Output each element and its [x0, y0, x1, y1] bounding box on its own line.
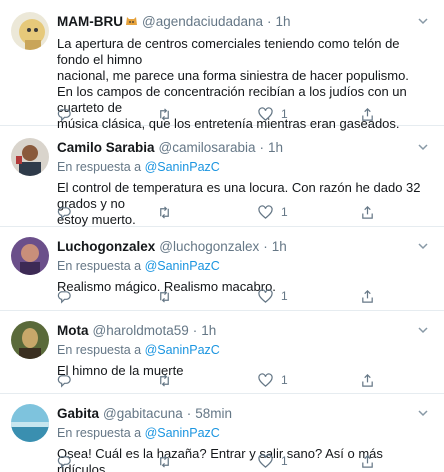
share-button[interactable] — [360, 371, 375, 389]
reply-prefix: En respuesta a — [57, 160, 142, 174]
like-button[interactable]: 1 — [258, 371, 288, 389]
chevron-down-icon[interactable] — [416, 140, 430, 154]
like-icon — [258, 453, 273, 468]
reply-button[interactable] — [57, 452, 72, 470]
like-count: 1 — [281, 289, 288, 303]
cat-emoji-icon — [125, 14, 138, 29]
retweet-button[interactable] — [157, 287, 172, 305]
like-button[interactable]: 1 — [258, 105, 288, 123]
chevron-down-icon[interactable] — [416, 323, 430, 337]
author-handle[interactable]: @luchogonzalex — [159, 239, 259, 254]
like-icon — [258, 288, 273, 303]
share-button[interactable] — [360, 203, 375, 221]
reply-icon — [57, 206, 71, 220]
tweet[interactable]: Gabita @gabitacuna · 58min En respuesta … — [0, 394, 444, 472]
reply-icon — [57, 290, 71, 304]
author-name[interactable]: Gabita — [57, 406, 99, 421]
share-button[interactable] — [360, 287, 375, 305]
reply-mention-link[interactable]: @SaninPazC — [145, 259, 220, 273]
tweet-time[interactable]: 1h — [201, 323, 216, 338]
reply-button[interactable] — [57, 203, 72, 221]
tweet[interactable]: Luchogonzalex @luchogonzalex · 1h En res… — [0, 227, 444, 311]
reply-context: En respuesta a @SaninPazC — [57, 258, 430, 275]
reply-context: En respuesta a @SaninPazC — [57, 159, 430, 176]
separator-dot: · — [263, 238, 268, 254]
separator-dot: · — [267, 13, 272, 29]
author-name[interactable]: MAM-BRU — [57, 14, 123, 29]
retweet-button[interactable] — [157, 371, 172, 389]
retweet-icon — [160, 454, 169, 468]
author-handle[interactable]: @haroldmota59 — [93, 323, 189, 338]
author-handle[interactable]: @camilosarabia — [159, 140, 256, 155]
tweet-timeline: MAM-BRU @agendaciudadana · 1h La apertur… — [0, 0, 444, 472]
author-handle[interactable]: @gabitacuna — [103, 406, 183, 421]
like-button[interactable]: 1 — [258, 452, 288, 470]
share-button[interactable] — [360, 105, 375, 123]
like-count: 1 — [281, 107, 288, 121]
tweet-time[interactable]: 1h — [276, 14, 291, 29]
avatar[interactable] — [11, 404, 49, 442]
reply-prefix: En respuesta a — [57, 426, 142, 440]
share-icon — [362, 205, 373, 219]
like-icon — [258, 106, 273, 121]
retweet-icon — [160, 205, 169, 219]
tweet-text-line: La apertura de centros comerciales tenie… — [57, 36, 400, 67]
chevron-down-icon[interactable] — [416, 239, 430, 253]
reply-icon — [57, 455, 71, 469]
tweet-time[interactable]: 1h — [268, 140, 283, 155]
separator-dot: · — [186, 405, 192, 421]
tweet[interactable]: Mota @haroldmota59 · 1h En respuesta a @… — [0, 311, 444, 394]
tweet-time[interactable]: 1h — [272, 239, 287, 254]
reply-context: En respuesta a @SaninPazC — [57, 425, 430, 442]
reply-button[interactable] — [57, 105, 72, 123]
retweet-icon — [160, 373, 169, 387]
retweet-button[interactable] — [157, 452, 172, 470]
reply-button[interactable] — [57, 287, 72, 305]
like-icon — [258, 372, 273, 387]
like-count: 1 — [281, 205, 288, 219]
chevron-down-icon[interactable] — [416, 14, 430, 28]
tweet[interactable]: Camilo Sarabia @camilosarabia · 1h En re… — [0, 126, 444, 227]
avatar[interactable] — [11, 12, 49, 50]
tweet-text-line: nacional, me parece una forma siniestra … — [57, 68, 409, 83]
share-icon — [362, 107, 373, 121]
separator-dot: · — [259, 139, 265, 155]
reply-mention-link[interactable]: @SaninPazC — [145, 160, 220, 174]
retweet-button[interactable] — [157, 105, 172, 123]
tweet[interactable]: MAM-BRU @agendaciudadana · 1h La apertur… — [0, 0, 444, 131]
retweet-icon — [160, 289, 169, 303]
share-icon — [362, 289, 373, 303]
reply-prefix: En respuesta a — [57, 343, 142, 357]
like-count: 1 — [281, 373, 288, 387]
share-icon — [362, 454, 373, 468]
reply-icon — [57, 108, 71, 122]
reply-icon — [57, 374, 71, 388]
author-name[interactable]: Camilo Sarabia — [57, 140, 155, 155]
like-button[interactable]: 1 — [258, 203, 288, 221]
author-handle[interactable]: @agendaciudadana — [142, 14, 263, 29]
reply-mention-link[interactable]: @SaninPazC — [145, 343, 220, 357]
avatar[interactable] — [11, 138, 49, 176]
reply-prefix: En respuesta a — [57, 259, 142, 273]
like-count: 1 — [281, 454, 288, 468]
avatar[interactable] — [11, 321, 49, 359]
reply-button[interactable] — [57, 371, 72, 389]
reply-context: En respuesta a @SaninPazC — [57, 342, 430, 359]
separator-dot: · — [192, 322, 198, 338]
share-button[interactable] — [360, 452, 375, 470]
avatar[interactable] — [11, 237, 49, 275]
share-icon — [362, 373, 373, 387]
like-button[interactable]: 1 — [258, 287, 288, 305]
chevron-down-icon[interactable] — [416, 406, 430, 420]
author-name[interactable]: Mota — [57, 323, 89, 338]
author-name[interactable]: Luchogonzalex — [57, 239, 155, 254]
retweet-button[interactable] — [157, 203, 172, 221]
like-icon — [258, 204, 273, 219]
retweet-icon — [160, 107, 169, 121]
tweet-time[interactable]: 58min — [195, 406, 232, 421]
reply-mention-link[interactable]: @SaninPazC — [145, 426, 220, 440]
